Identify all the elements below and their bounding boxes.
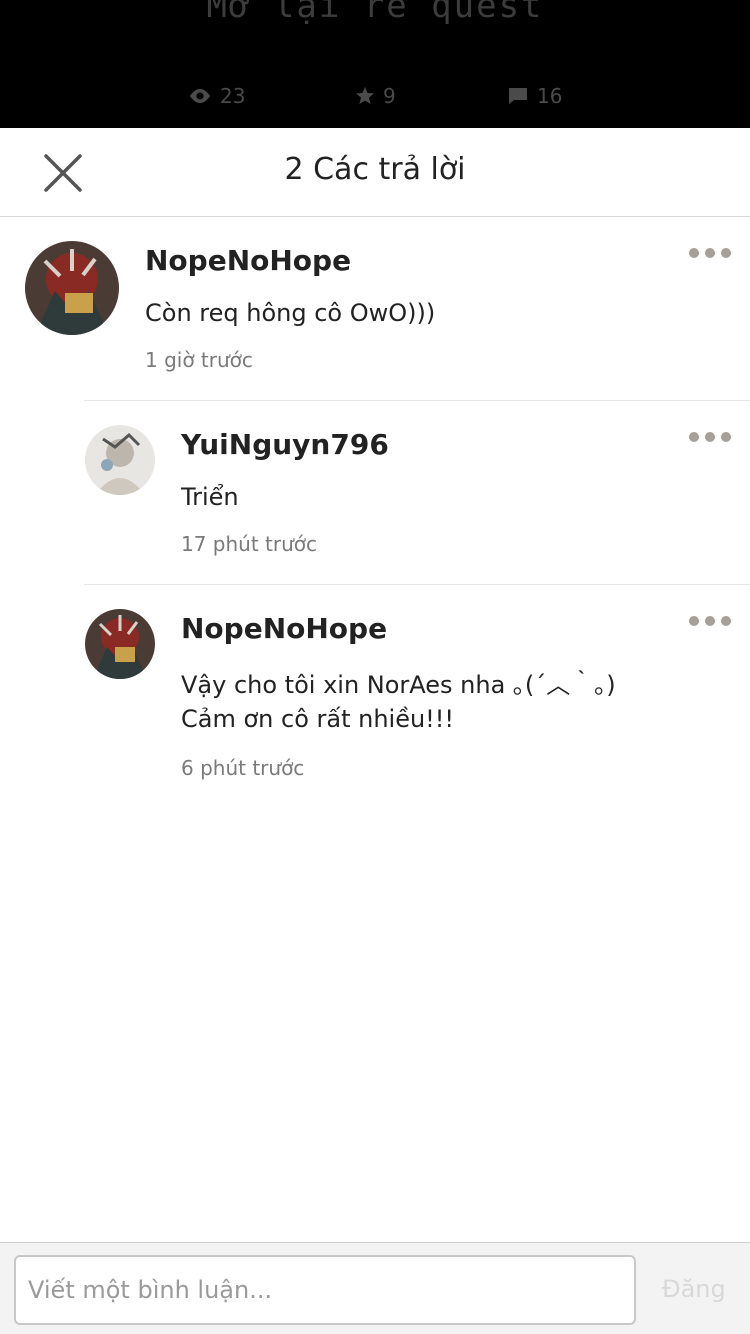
comment-username[interactable]: YuiNguyn796 [181,428,389,461]
star-icon [356,87,374,104]
comment-text: Triển [181,483,239,511]
story-header-backdrop: Mở lại re quest 23 9 16 [0,0,750,128]
votes-count: 9 [383,84,396,108]
replies-header: 2 Các trả lời [0,128,750,217]
comment-timestamp: 17 phút trước [181,532,318,556]
views-stat: 23 [188,84,245,108]
comment-text: Vậy cho tôi xin NorAes nha ｡(´︿｀｡) Cảm ơ… [181,671,616,733]
comment-username[interactable]: NopeNoHope [181,612,387,645]
eye-icon [190,89,210,103]
comment-composer: Đăng [0,1242,750,1334]
page-title: 2 Các trả lời [284,152,466,187]
more-options-button[interactable] [689,616,731,626]
votes-stat: 9 [355,84,396,108]
views-count: 23 [220,84,246,108]
comment-timestamp: 1 giờ trước [145,348,253,372]
comment-replies-screen: Mở lại re quest 23 9 16 2 Các trả lời No… [0,0,750,1334]
avatar[interactable] [85,425,155,495]
comment-text: Còn req hông cô OwO))) [145,299,436,327]
comment-input[interactable] [14,1255,636,1325]
comment-icon [509,88,527,104]
divider [84,584,750,585]
post-button[interactable]: Đăng [662,1275,726,1303]
more-options-button[interactable] [689,248,731,258]
comments-count: 16 [537,84,563,108]
avatar[interactable] [25,241,119,335]
comment-username[interactable]: NopeNoHope [145,244,351,277]
divider [84,400,750,401]
comments-stat: 16 [507,84,562,108]
comment-timestamp: 6 phút trước [181,756,305,780]
story-title: Mở lại re quest [206,0,544,26]
avatar[interactable] [85,609,155,679]
more-options-button[interactable] [689,432,731,442]
story-stats: 23 9 16 [0,84,750,114]
